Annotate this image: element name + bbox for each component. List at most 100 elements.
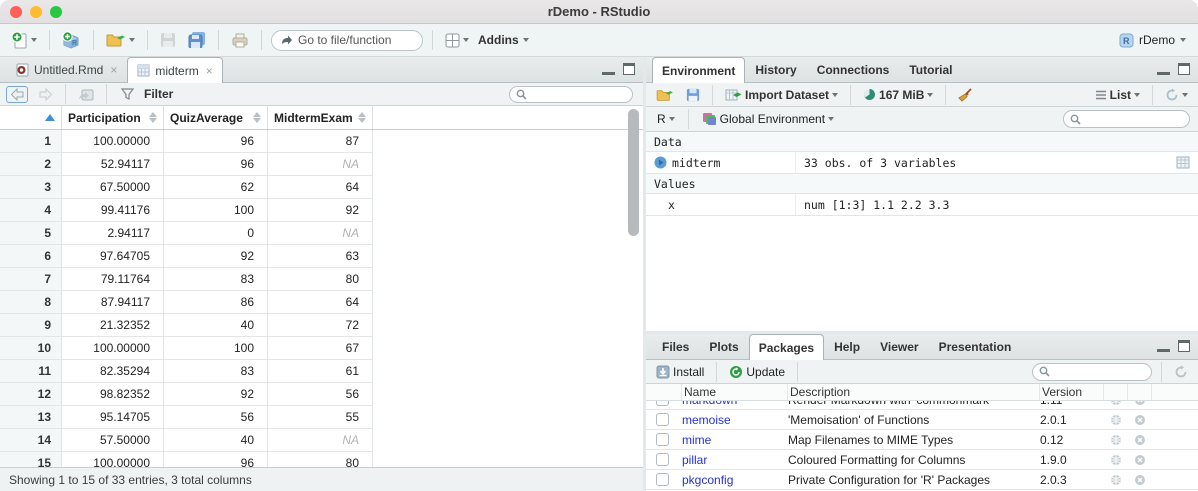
package-name-link[interactable]: pillar [682,453,788,467]
r-language-selector[interactable]: R [654,110,678,128]
remove-package-icon[interactable] [1134,474,1146,486]
goto-file-function-input[interactable] [298,33,408,47]
open-file-button[interactable] [103,30,138,50]
maximize-pane-icon[interactable] [623,63,635,75]
tab-midterm[interactable]: midterm × [127,57,223,83]
tab-environment[interactable]: Environment [652,57,746,83]
filter-button[interactable] [116,86,138,103]
project-selector[interactable]: R rDemo [1119,33,1190,48]
goto-file-function-box[interactable] [271,29,423,51]
update-label: Update [746,364,786,379]
package-name-link[interactable]: pkgconfig [682,473,788,487]
remove-package-icon[interactable] [1134,414,1146,426]
load-workspace-button[interactable] [653,86,677,104]
minimize-pane-icon[interactable] [1157,66,1170,75]
minimize-pane-icon[interactable] [602,66,615,75]
table-row[interactable]: 1 100.00000 96 87 [0,130,643,153]
list-view-button[interactable]: List [1092,86,1143,104]
column-header-midtermexam[interactable]: MidtermExam [268,106,373,129]
memory-usage-button[interactable]: 167 MiB [860,86,936,104]
tab-untitled-rmd[interactable]: Untitled.Rmd × [6,57,127,82]
packages-search-box[interactable] [1032,362,1152,381]
environment-pane: Environment History Connections Tutorial [646,57,1198,334]
new-file-button[interactable] [8,29,40,51]
refresh-packages-button[interactable] [1171,363,1191,381]
browse-package-icon[interactable] [1110,434,1122,446]
table-row[interactable]: 13 95.14705 56 55 [0,406,643,429]
vertical-scrollbar[interactable] [628,109,639,236]
maximize-pane-icon[interactable] [1178,340,1190,352]
import-dataset-button[interactable]: Import Dataset [722,86,841,104]
packages-search-input[interactable] [1054,365,1144,378]
tab-tutorial[interactable]: Tutorial [899,57,962,82]
back-button[interactable] [6,85,28,103]
package-checkbox[interactable] [656,413,669,426]
open-in-new-window-button[interactable] [75,86,97,103]
browse-package-icon[interactable] [1110,474,1122,486]
tab-viewer[interactable]: Viewer [870,334,928,359]
browse-package-icon[interactable] [1110,414,1122,426]
tab-history[interactable]: History [745,57,806,82]
table-row[interactable]: 10 100.00000 100 67 [0,337,643,360]
install-button[interactable]: Install [653,363,707,381]
browse-package-icon[interactable] [1110,454,1122,466]
save-all-button[interactable] [185,30,209,50]
update-button[interactable]: Update [726,363,788,381]
tab-help[interactable]: Help [824,334,870,359]
table-row[interactable]: 5 2.94117 0 NA [0,222,643,245]
close-icon[interactable]: × [206,64,213,78]
remove-package-icon[interactable] [1134,454,1146,466]
package-name-link[interactable]: memoise [682,413,788,427]
new-project-button[interactable]: R [59,29,84,51]
clear-workspace-button[interactable] [955,86,976,104]
column-header-participation[interactable]: Participation [62,106,164,129]
tab-packages[interactable]: Packages [748,334,825,360]
rownum-header[interactable] [0,106,62,129]
data-search-input[interactable] [531,88,621,100]
remove-package-icon[interactable] [1134,401,1146,406]
table-row[interactable]: 4 99.41176 100 92 [0,199,643,222]
tab-connections[interactable]: Connections [807,57,900,82]
expand-icon[interactable] [654,156,667,169]
environment-search-input[interactable] [1085,113,1175,125]
tab-files[interactable]: Files [652,334,699,359]
view-table-icon[interactable] [1176,156,1190,169]
table-row[interactable]: 9 21.32352 40 72 [0,314,643,337]
forward-button[interactable] [34,86,56,103]
tab-plots[interactable]: Plots [699,334,748,359]
table-row[interactable]: 11 82.35294 83 61 [0,360,643,383]
table-row[interactable]: 12 98.82352 92 56 [0,383,643,406]
panes-layout-button[interactable] [442,31,472,50]
column-header-quizaverage[interactable]: QuizAverage [164,106,268,129]
global-environment-selector[interactable]: Global Environment [699,110,837,128]
package-checkbox[interactable] [656,433,669,446]
environment-search-box[interactable] [1063,110,1190,128]
package-checkbox[interactable] [656,453,669,466]
table-row[interactable]: 14 57.50000 40 NA [0,429,643,452]
table-row[interactable]: 15 100.00000 96 80 [0,452,643,467]
package-name-link[interactable]: mime [682,433,788,447]
table-row[interactable]: 8 87.94117 86 64 [0,291,643,314]
save-workspace-button[interactable] [683,86,703,104]
package-checkbox[interactable] [656,473,669,486]
maximize-pane-icon[interactable] [1178,63,1190,75]
package-checkbox[interactable] [656,401,669,406]
table-row[interactable]: 6 97.64705 92 63 [0,245,643,268]
browse-package-icon[interactable] [1110,401,1122,406]
table-row[interactable]: 7 79.11764 83 80 [0,268,643,291]
save-button[interactable] [157,30,179,50]
print-button[interactable] [228,30,252,50]
close-icon[interactable]: × [110,63,117,77]
addins-menu[interactable]: Addins [478,33,529,47]
remove-package-icon[interactable] [1134,434,1146,446]
environment-object-row[interactable]: midterm 33 obs. of 3 variables [646,152,1198,174]
table-row[interactable]: 2 52.94117 96 NA [0,153,643,176]
environment-object-row[interactable]: x num [1:3] 1.1 2.2 3.3 [646,194,1198,216]
table-row[interactable]: 3 67.50000 62 64 [0,176,643,199]
save-icon [160,32,176,48]
package-name-link[interactable]: markdown [682,401,788,407]
minimize-pane-icon[interactable] [1157,343,1170,352]
data-search-box[interactable] [509,85,633,103]
tab-presentation[interactable]: Presentation [929,334,1022,359]
refresh-environment-button[interactable] [1162,86,1191,104]
